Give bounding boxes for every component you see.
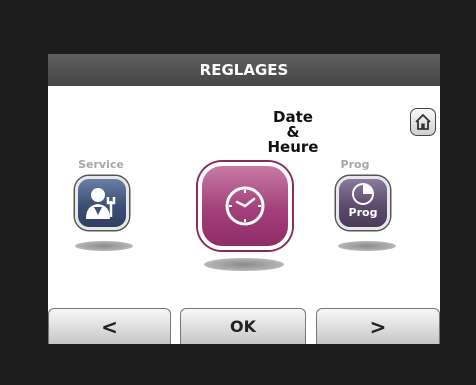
- service-label: Service: [78, 158, 124, 171]
- date-heure-shadow: [204, 258, 284, 271]
- clock-icon: [225, 186, 265, 226]
- prev-button[interactable]: <: [48, 308, 171, 344]
- title-bar: REGLAGES: [48, 54, 440, 86]
- prog-label: Prog: [340, 158, 370, 171]
- home-icon: [415, 114, 431, 130]
- prog-shadow: [338, 241, 396, 251]
- service-shadow: [75, 241, 133, 251]
- pie-clock-icon: [352, 183, 374, 205]
- home-button[interactable]: [410, 108, 436, 136]
- prog-icon-text: Prog: [348, 206, 378, 219]
- prev-arrow-icon: <: [101, 314, 118, 339]
- page-title: REGLAGES: [199, 61, 289, 79]
- next-button[interactable]: >: [316, 308, 440, 344]
- date-heure-label: Date & Heure: [248, 110, 338, 155]
- ok-button[interactable]: OK: [180, 308, 306, 344]
- center-label-line-3: Heure: [267, 138, 319, 156]
- service-technician-icon: [86, 188, 116, 219]
- prog-tile[interactable]: Prog: [336, 176, 390, 230]
- service-tile[interactable]: [75, 176, 129, 230]
- ok-label: OK: [230, 317, 256, 336]
- display-screen: REGLAGES Service Date & Heure Prog Prog …: [48, 54, 440, 344]
- next-arrow-icon: >: [369, 314, 387, 339]
- date-heure-tile[interactable]: [198, 162, 292, 250]
